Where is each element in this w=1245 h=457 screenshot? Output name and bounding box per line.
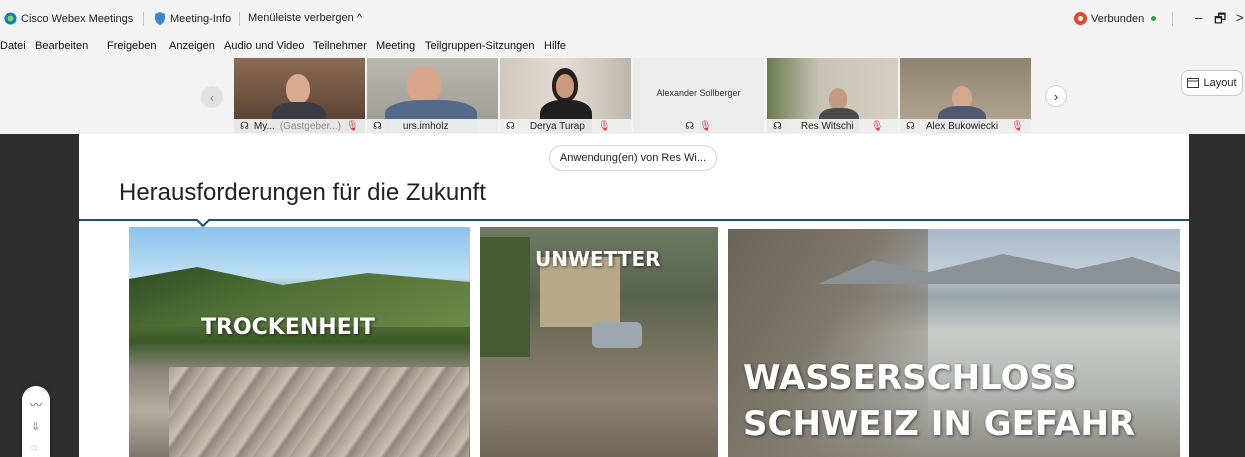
panel-label: SCHWEIZ IN GEFAHR xyxy=(743,404,1136,444)
drought-image: TROCKENHEIT xyxy=(129,227,470,457)
panel-label: UNWETTER xyxy=(535,247,661,271)
glacier-image: WASSERSCHLOSS SCHWEIZ IN GEFAHR xyxy=(728,229,1180,457)
menu-bar: Datei Bearbeiten Freigeben Anzeigen Audi… xyxy=(0,38,1245,58)
restore-button[interactable]: 🗗 xyxy=(1214,10,1226,32)
mic-muted-icon: 🎙︎ xyxy=(699,120,712,132)
chevron-left-icon: ‹ xyxy=(209,89,215,105)
participant-tile[interactable]: Alexander Sollberger ☊ 🎙︎ xyxy=(633,58,764,133)
participant-tile[interactable]: ☊ Derya Turap 🎙︎ xyxy=(500,58,631,133)
sharing-indicator[interactable]: Anwendung(en) von Res Wi... xyxy=(549,145,717,171)
menu-datei[interactable]: Datei xyxy=(0,40,26,52)
app-title: Cisco Webex Meetings xyxy=(4,12,133,25)
participant-label: ☊ Derya Turap 🎙︎ xyxy=(500,119,631,133)
overflow-button[interactable]: > xyxy=(1236,10,1244,25)
sharing-label: Anwendung(en) von Res Wi... xyxy=(559,152,707,164)
menu-teilgruppen[interactable]: Teilgruppen-Sitzungen xyxy=(425,40,534,52)
menu-freigeben[interactable]: Freigeben xyxy=(107,40,157,52)
audio-icon: ☊ xyxy=(685,120,695,132)
mic-muted-icon: 🎙︎ xyxy=(1011,120,1024,132)
audio-icon: ☊ xyxy=(240,120,249,132)
menu-meeting[interactable]: Meeting xyxy=(376,40,415,52)
meeting-info-label: Meeting-Info xyxy=(170,12,232,25)
layout-button[interactable]: Layout xyxy=(1181,70,1243,96)
strip-next-button[interactable]: › xyxy=(1045,85,1067,107)
menu-bearbeiten[interactable]: Bearbeiten xyxy=(35,40,88,52)
meeting-info-button[interactable]: Meeting-Info xyxy=(154,12,231,25)
participant-name-center: Alexander Sollberger xyxy=(656,88,741,98)
minimize-button[interactable]: – xyxy=(1195,10,1202,25)
chevron-right-icon: › xyxy=(1053,88,1059,104)
slide-divider xyxy=(79,219,1189,228)
participant-tile[interactable]: ☊ Alex Bukowiecki 🎙︎ xyxy=(900,58,1031,133)
participant-name: Derya Turap xyxy=(529,120,585,132)
shield-icon xyxy=(155,12,165,25)
participant-label: ☊ Alex Bukowiecki 🎙︎ xyxy=(900,119,1031,133)
participant-role: (Gastgeber...) xyxy=(279,120,341,132)
app-name: Cisco Webex Meetings xyxy=(21,12,134,25)
more-tools-icon[interactable]: ◌ xyxy=(31,442,38,454)
layout-label: Layout xyxy=(1203,77,1237,89)
storm-image: UNWETTER xyxy=(480,227,718,457)
audio-icon: ☊ xyxy=(506,120,515,132)
participant-name: Res Witschi xyxy=(800,120,854,132)
menu-teilnehmer[interactable]: Teilnehmer xyxy=(313,40,367,52)
participant-label: ☊ Res Witschi 🎙︎ xyxy=(767,119,898,133)
panel-label: WASSERSCHLOSS xyxy=(743,358,1077,398)
webex-logo-icon xyxy=(4,12,17,25)
mic-muted-icon: 🎙︎ xyxy=(597,120,611,132)
hide-menu-label: Menüleiste verbergen ^ xyxy=(248,12,363,24)
slide-title: Herausforderungen für die Zukunft xyxy=(119,179,486,206)
participant-name: My... xyxy=(253,120,275,132)
participant-tile-active[interactable]: ☊ urs.imholz xyxy=(367,58,498,133)
shared-slide: Herausforderungen für die Zukunft TROCKE… xyxy=(79,134,1189,457)
layout-icon xyxy=(1187,78,1200,88)
mic-muted-icon: 🎙︎ xyxy=(870,120,884,132)
participant-name: urs.imholz xyxy=(402,120,449,132)
menu-hilfe[interactable]: Hilfe xyxy=(544,40,566,52)
menu-anzeigen[interactable]: Anzeigen xyxy=(169,40,215,52)
pointer-icon[interactable]: ⇓ xyxy=(31,420,40,433)
connection-status[interactable]: Verbunden xyxy=(1074,12,1157,25)
participant-label: ☊ 🎙︎ xyxy=(633,119,764,133)
pen-icon[interactable]: 〰 xyxy=(30,396,42,413)
connected-dot-icon xyxy=(1151,16,1157,21)
audio-icon: ☊ xyxy=(373,120,382,132)
panel-label: TROCKENHEIT xyxy=(201,315,375,340)
strip-prev-button[interactable]: ‹ xyxy=(201,86,223,108)
participant-strip: ‹ ☊ My... (Gastgeber...) 🎙︎ ☊ urs.imholz xyxy=(0,58,1245,134)
mic-muted-icon: 🎙︎ xyxy=(345,120,359,132)
participant-name: Alex Bukowiecki xyxy=(925,120,999,132)
title-bar: Cisco Webex Meetings Meeting-Info Menüle… xyxy=(0,0,1245,38)
participant-tile[interactable]: ☊ My... (Gastgeber...) 🎙︎ xyxy=(234,58,365,133)
record-icon xyxy=(1074,12,1087,25)
hide-menu-button[interactable]: Menüleiste verbergen ^ xyxy=(248,12,362,24)
participant-label: ☊ My... (Gastgeber...) 🎙︎ xyxy=(234,119,365,133)
annotation-toolbar: 〰 ⇓ ◌ xyxy=(22,386,50,457)
participant-label: ☊ urs.imholz xyxy=(367,119,498,133)
menu-audio-video[interactable]: Audio und Video xyxy=(224,40,305,52)
connection-label: Verbunden xyxy=(1091,12,1145,25)
participant-tile[interactable]: ☊ Res Witschi 🎙︎ xyxy=(767,58,898,133)
audio-icon: ☊ xyxy=(906,120,915,132)
audio-icon: ☊ xyxy=(773,120,782,132)
